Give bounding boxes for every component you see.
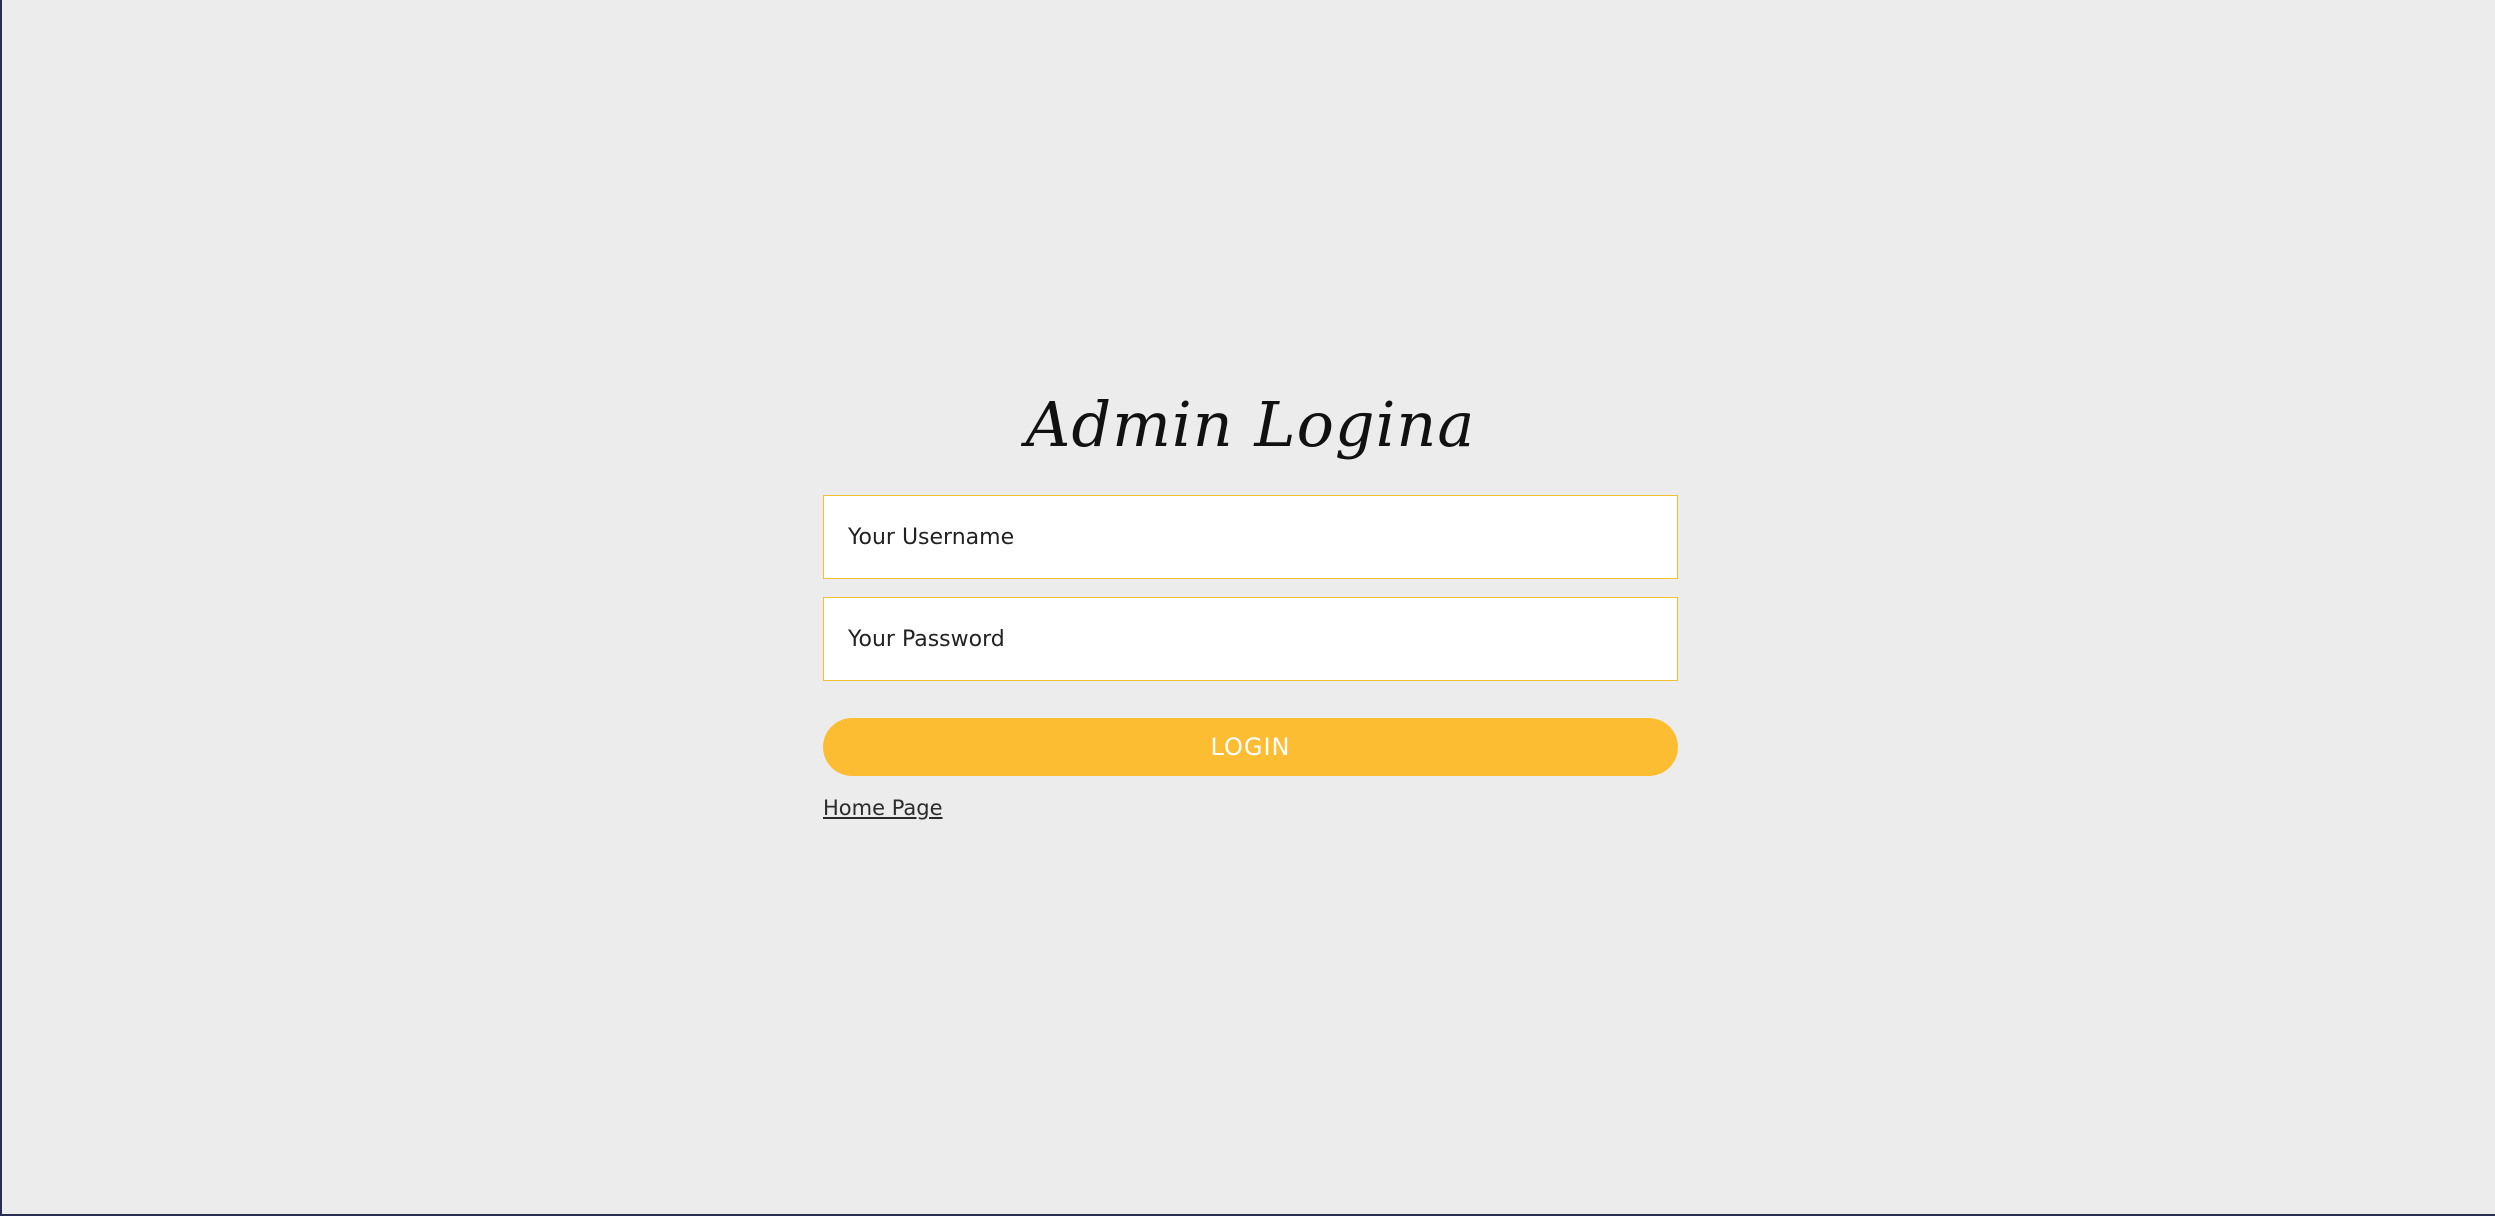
login-form: Admin Logina LOGIN Home Page: [823, 380, 1678, 820]
login-button[interactable]: LOGIN: [823, 718, 1678, 776]
password-input[interactable]: [823, 597, 1678, 681]
page-title: Admin Logina: [1025, 388, 1476, 461]
home-page-link[interactable]: Home Page: [823, 796, 943, 820]
username-input[interactable]: [823, 495, 1678, 579]
